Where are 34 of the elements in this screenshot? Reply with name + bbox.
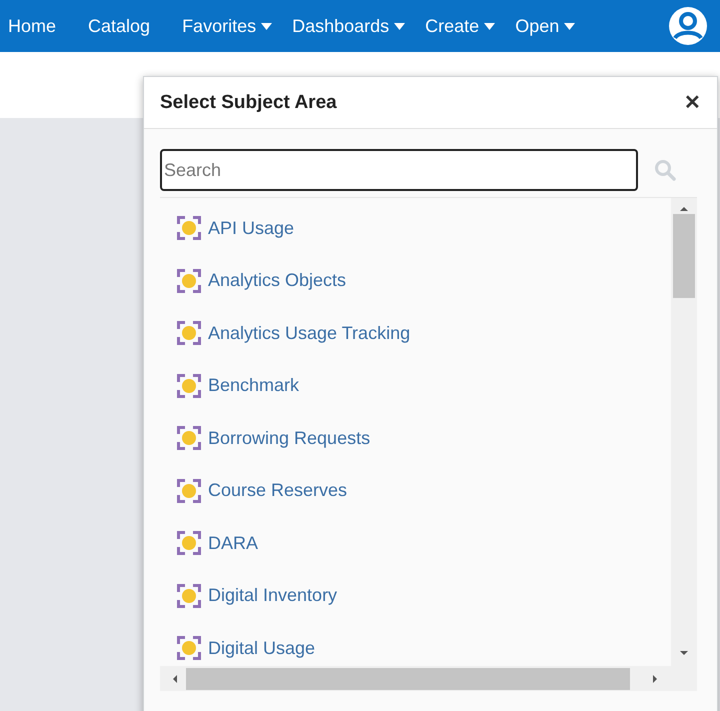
subject-area-icon bbox=[176, 635, 202, 662]
nav-menu-item[interactable]: Home bbox=[8, 16, 56, 36]
vertical-scrollbar[interactable] bbox=[671, 198, 697, 666]
subject-area-icon bbox=[176, 215, 202, 242]
subject-area-item[interactable]: Analytics Usage Tracking bbox=[160, 307, 410, 360]
nav-menu-item[interactable]: Open bbox=[515, 16, 576, 36]
subject-area-icon bbox=[176, 425, 202, 452]
subject-area-item[interactable]: API Usage bbox=[160, 202, 294, 254]
subject-area-icon bbox=[176, 268, 202, 294]
subject-area-icon bbox=[176, 530, 202, 556]
scroll-thumb[interactable] bbox=[186, 668, 630, 690]
subject-area-icon bbox=[176, 372, 202, 399]
nav-menu-item[interactable]: Favorites bbox=[182, 16, 272, 36]
subject-area-icon bbox=[176, 478, 202, 504]
scroll-down-icon[interactable] bbox=[679, 648, 689, 658]
subject-area-icon bbox=[176, 582, 202, 609]
close-button[interactable]: ✕ bbox=[684, 90, 701, 115]
user-avatar-icon[interactable] bbox=[668, 6, 708, 46]
subject-area-item[interactable]: Analytics Objects bbox=[160, 254, 346, 307]
dialog-title: Select Subject Area bbox=[160, 92, 337, 114]
search-field[interactable]: Search bbox=[160, 149, 638, 191]
subject-area-item[interactable]: Benchmark bbox=[160, 360, 300, 412]
scroll-thumb[interactable] bbox=[673, 214, 695, 298]
nav-menu-item[interactable]: Dashboards bbox=[292, 16, 406, 36]
scroll-right-icon[interactable] bbox=[650, 674, 660, 684]
nav-menu-item[interactable]: Catalog bbox=[88, 16, 150, 36]
subject-area-item[interactable]: Borrowing Requests bbox=[160, 412, 370, 464]
subject-area-item[interactable]: DARA bbox=[160, 517, 258, 570]
subject-area-item[interactable]: Digital Usage bbox=[160, 622, 316, 666]
horizontal-scrollbar[interactable] bbox=[160, 666, 697, 691]
subject-area-icon bbox=[176, 320, 202, 346]
subject-area-item[interactable]: Digital Inventory bbox=[160, 570, 338, 622]
nav-menu-item[interactable]: Create bbox=[425, 16, 496, 36]
subject-area-item[interactable]: Course Reserves bbox=[160, 464, 348, 517]
